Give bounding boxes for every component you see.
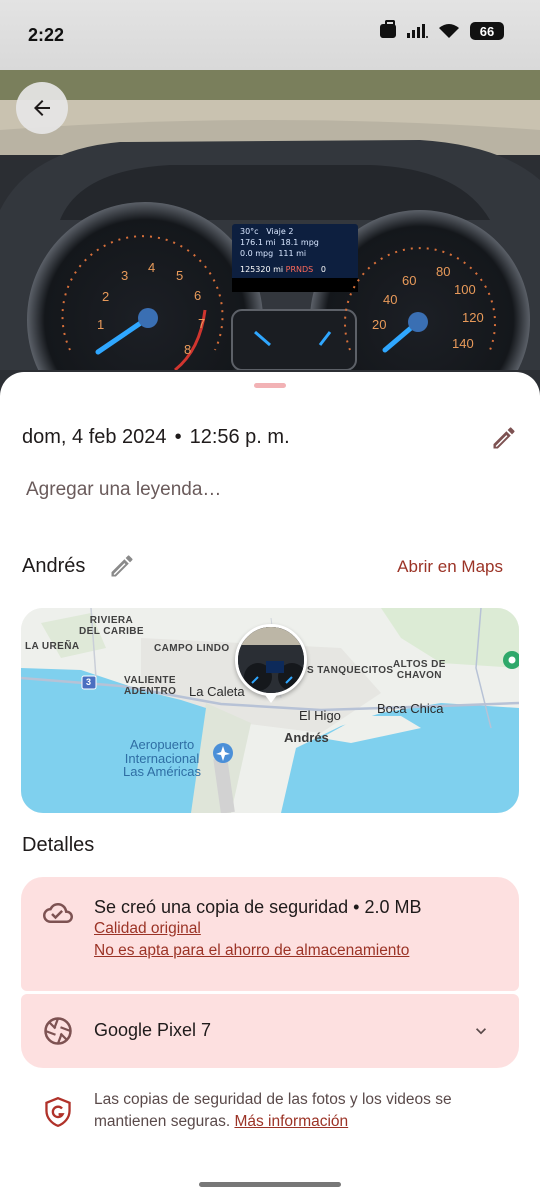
back-button[interactable] [16, 82, 68, 134]
speed-num: 60 [402, 273, 417, 288]
sheet-drag-handle[interactable] [254, 383, 286, 388]
speed-num: 80 [436, 264, 451, 279]
signal-icon [407, 24, 428, 38]
map-label-riviera: RIVIERA DEL CARIBE [79, 615, 144, 637]
map-label-altos-chavon: ALTOS DE CHAVON [393, 659, 446, 681]
info-sheet: dom, 4 feb 2024 • 12:56 p. m. Agregar un… [0, 372, 540, 1200]
speed-num: 140 [452, 336, 474, 351]
work-profile-icon [380, 20, 396, 38]
photo-datetime[interactable]: dom, 4 feb 2024 • 12:56 p. m. [22, 426, 290, 449]
edit-datetime-icon[interactable] [490, 424, 518, 452]
status-time: 2:22 [28, 24, 65, 45]
gesture-nav-bar[interactable] [199, 1182, 341, 1187]
status-bar: 2:22 66 [0, 0, 540, 70]
map-label-boca-chica: Boca Chica [377, 701, 444, 716]
tach-num: 7 [198, 316, 206, 331]
tach-num: 4 [148, 260, 156, 275]
arrow-left-icon [34, 100, 50, 116]
map-label-tanquecitos: S TANQUECITOS [307, 665, 394, 676]
map-marker-pointer [265, 695, 277, 703]
wifi-icon [439, 24, 459, 38]
tach-num: 8 [184, 342, 192, 357]
map-label-el-higo: El Higo [299, 708, 341, 723]
edit-location-icon[interactable] [108, 552, 136, 580]
backup-card: Se creó una copia de seguridad • 2.0 MB … [21, 877, 519, 991]
location-map[interactable]: RIVIERA DEL CARIBE LA UREÑA CAMPO LINDO … [21, 608, 519, 813]
location-name: Andrés [22, 555, 86, 577]
quality-link[interactable]: Calidad original [94, 920, 201, 938]
map-label-campo-lindo: CAMPO LINDO [154, 643, 230, 654]
tach-num: 3 [121, 268, 129, 283]
tach-numbers: 1 2 3 4 5 6 7 8 20 40 60 80 100 120 140 [0, 70, 540, 400]
speed-num: 20 [372, 317, 387, 332]
datetime-separator: • [174, 426, 182, 448]
backup-status-title: Se creó una copia de seguridad • 2.0 MB [94, 897, 422, 917]
map-label-la-caleta: La Caleta [189, 684, 245, 699]
device-card[interactable]: Google Pixel 7 [21, 994, 519, 1068]
details-heading: Detalles [22, 834, 95, 856]
photo-preview[interactable]: 30°c Viaje 2 176.1 mi 18.1 mpg 0.0 mpg 1… [0, 70, 540, 400]
tach-num: 1 [97, 317, 105, 332]
route-shield-label: 3 [86, 677, 92, 687]
tach-num: 2 [102, 289, 110, 304]
caption-input[interactable]: Agregar una leyenda… [26, 479, 221, 501]
speed-num: 100 [454, 282, 476, 297]
more-info-link[interactable]: Más información [234, 1113, 348, 1130]
storage-saver-link[interactable]: No es apta para el ahorro de almacenamie… [94, 942, 409, 960]
tach-num: 6 [194, 288, 202, 303]
speed-num: 120 [462, 310, 484, 325]
photo-date: dom, 4 feb 2024 [22, 426, 167, 448]
cloud-done-icon [43, 903, 73, 923]
shield-g-icon [45, 1097, 71, 1127]
tach-num: 5 [176, 268, 184, 283]
backup-safety-note: Las copias de seguridad de las fotos y l… [94, 1089, 494, 1133]
speed-num: 40 [383, 292, 398, 307]
map-label-la-urena: LA UREÑA [25, 641, 80, 652]
map-label-airport: Aeropuerto Internacional Las Américas [123, 737, 202, 780]
status-icons: 66 [380, 20, 504, 40]
chevron-down-icon[interactable] [471, 1021, 491, 1041]
photo-time: 12:56 p. m. [189, 426, 290, 448]
map-photo-marker[interactable] [235, 624, 307, 696]
device-name: Google Pixel 7 [94, 1020, 212, 1040]
open-in-maps-link[interactable]: Abrir en Maps [397, 557, 503, 577]
battery-indicator: 66 [470, 22, 504, 40]
map-label-valiente: VALIENTE ADENTRO [124, 675, 177, 697]
map-label-andres: Andrés [284, 730, 329, 745]
camera-aperture-icon [44, 1017, 72, 1045]
